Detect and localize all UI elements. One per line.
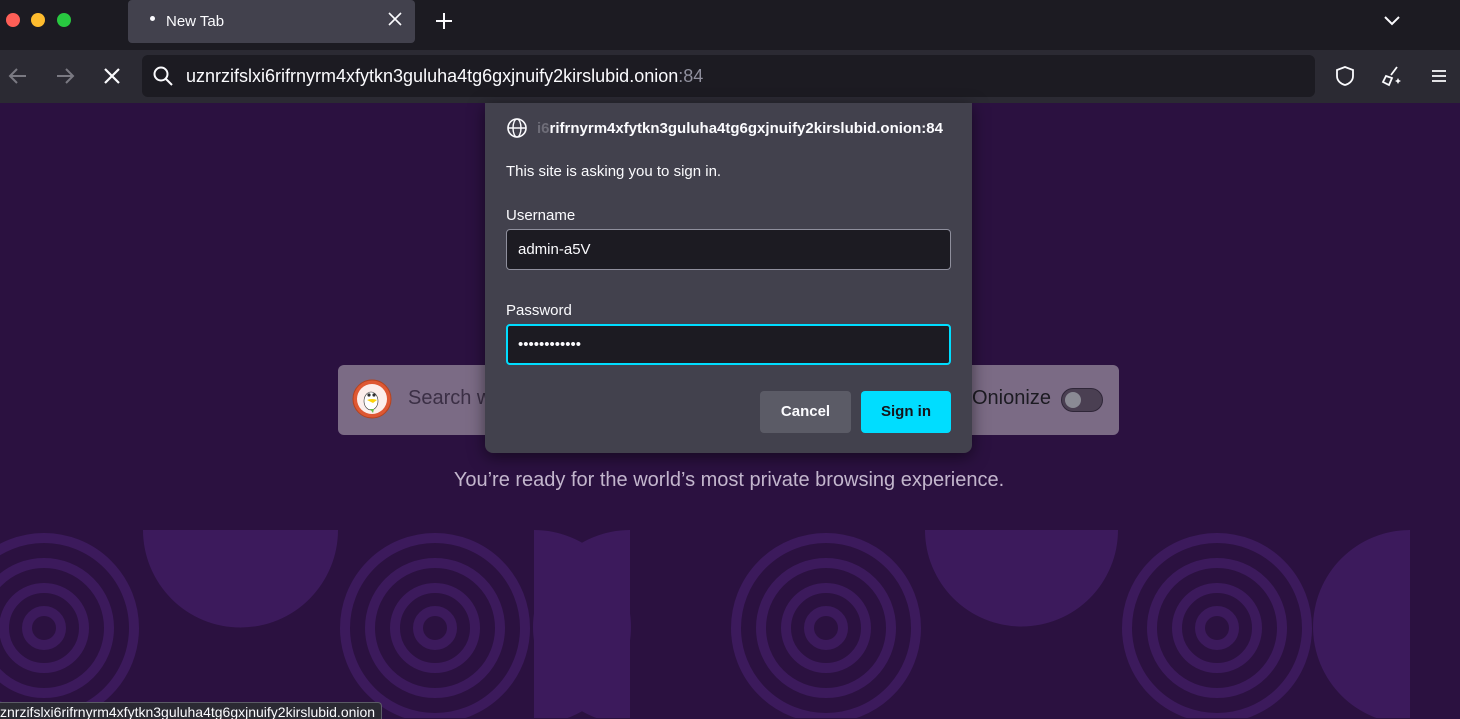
welcome-tagline: You’re ready for the world’s most privat… bbox=[453, 469, 1005, 491]
password-field[interactable]: •••••••••••• bbox=[506, 324, 951, 365]
dialog-message: This site is asking you to sign in. bbox=[506, 163, 722, 180]
background-pattern bbox=[0, 530, 1410, 718]
sign-in-button[interactable]: Sign in bbox=[861, 391, 951, 433]
forward-arrow-icon[interactable] bbox=[53, 64, 77, 88]
navigation-toolbar: uznrzifslxi6rifrnyrm4xfytkn3guluha4tg6gx… bbox=[0, 50, 1460, 103]
shield-icon[interactable] bbox=[1333, 64, 1357, 88]
origin-faded: i6 bbox=[537, 120, 550, 137]
tab-new-tab[interactable]: New Tab bbox=[128, 0, 415, 43]
minimize-window-button[interactable] bbox=[31, 13, 45, 27]
tab-loading-dot-icon bbox=[150, 16, 155, 21]
tab-close-icon[interactable] bbox=[386, 10, 404, 28]
dialog-origin: i6rifrnyrm4xfytkn3guluha4tg6gxjnuify2kir… bbox=[537, 120, 953, 137]
search-icon bbox=[152, 65, 174, 87]
toggle-knob bbox=[1065, 392, 1081, 408]
new-tab-plus-icon[interactable] bbox=[432, 9, 456, 33]
origin-visible: rifrnyrm4xfytkn3guluha4tg6gxjnuify2kirsl… bbox=[549, 120, 943, 137]
new-identity-broom-icon[interactable] bbox=[1380, 64, 1404, 88]
globe-icon bbox=[506, 117, 528, 139]
url-bar[interactable]: uznrzifslxi6rifrnyrm4xfytkn3guluha4tg6gx… bbox=[142, 55, 1315, 97]
sign-in-dialog: i6rifrnyrm4xfytkn3guluha4tg6gxjnuify2kir… bbox=[485, 103, 972, 453]
username-label: Username bbox=[506, 207, 576, 224]
url-port: :84 bbox=[678, 66, 704, 86]
search-placeholder: Search w bbox=[408, 387, 488, 409]
back-arrow-icon[interactable] bbox=[6, 64, 30, 88]
onionize-label: Onionize bbox=[972, 387, 1051, 409]
menu-hamburger-icon[interactable] bbox=[1427, 64, 1451, 88]
tab-list-chevron-down-icon[interactable] bbox=[1381, 10, 1403, 32]
duckduckgo-logo-icon bbox=[352, 379, 392, 419]
tab-strip: New Tab bbox=[0, 0, 1460, 50]
cancel-button[interactable]: Cancel bbox=[760, 391, 851, 433]
status-bar-link: znrzifslxi6rifrnyrm4xfytkn3guluha4tg6gxj… bbox=[0, 702, 383, 719]
url-host: uznrzifslxi6rifrnyrm4xfytkn3guluha4tg6gx… bbox=[186, 66, 679, 86]
maximize-window-button[interactable] bbox=[57, 13, 71, 27]
username-field[interactable]: admin-a5V bbox=[506, 229, 951, 270]
password-label: Password bbox=[506, 302, 572, 319]
onionize-toggle[interactable] bbox=[1061, 388, 1103, 412]
tab-title: New Tab bbox=[166, 13, 225, 30]
url-text[interactable]: uznrzifslxi6rifrnyrm4xfytkn3guluha4tg6gx… bbox=[186, 66, 703, 87]
close-window-button[interactable] bbox=[6, 13, 20, 27]
stop-loading-icon[interactable] bbox=[100, 64, 124, 88]
